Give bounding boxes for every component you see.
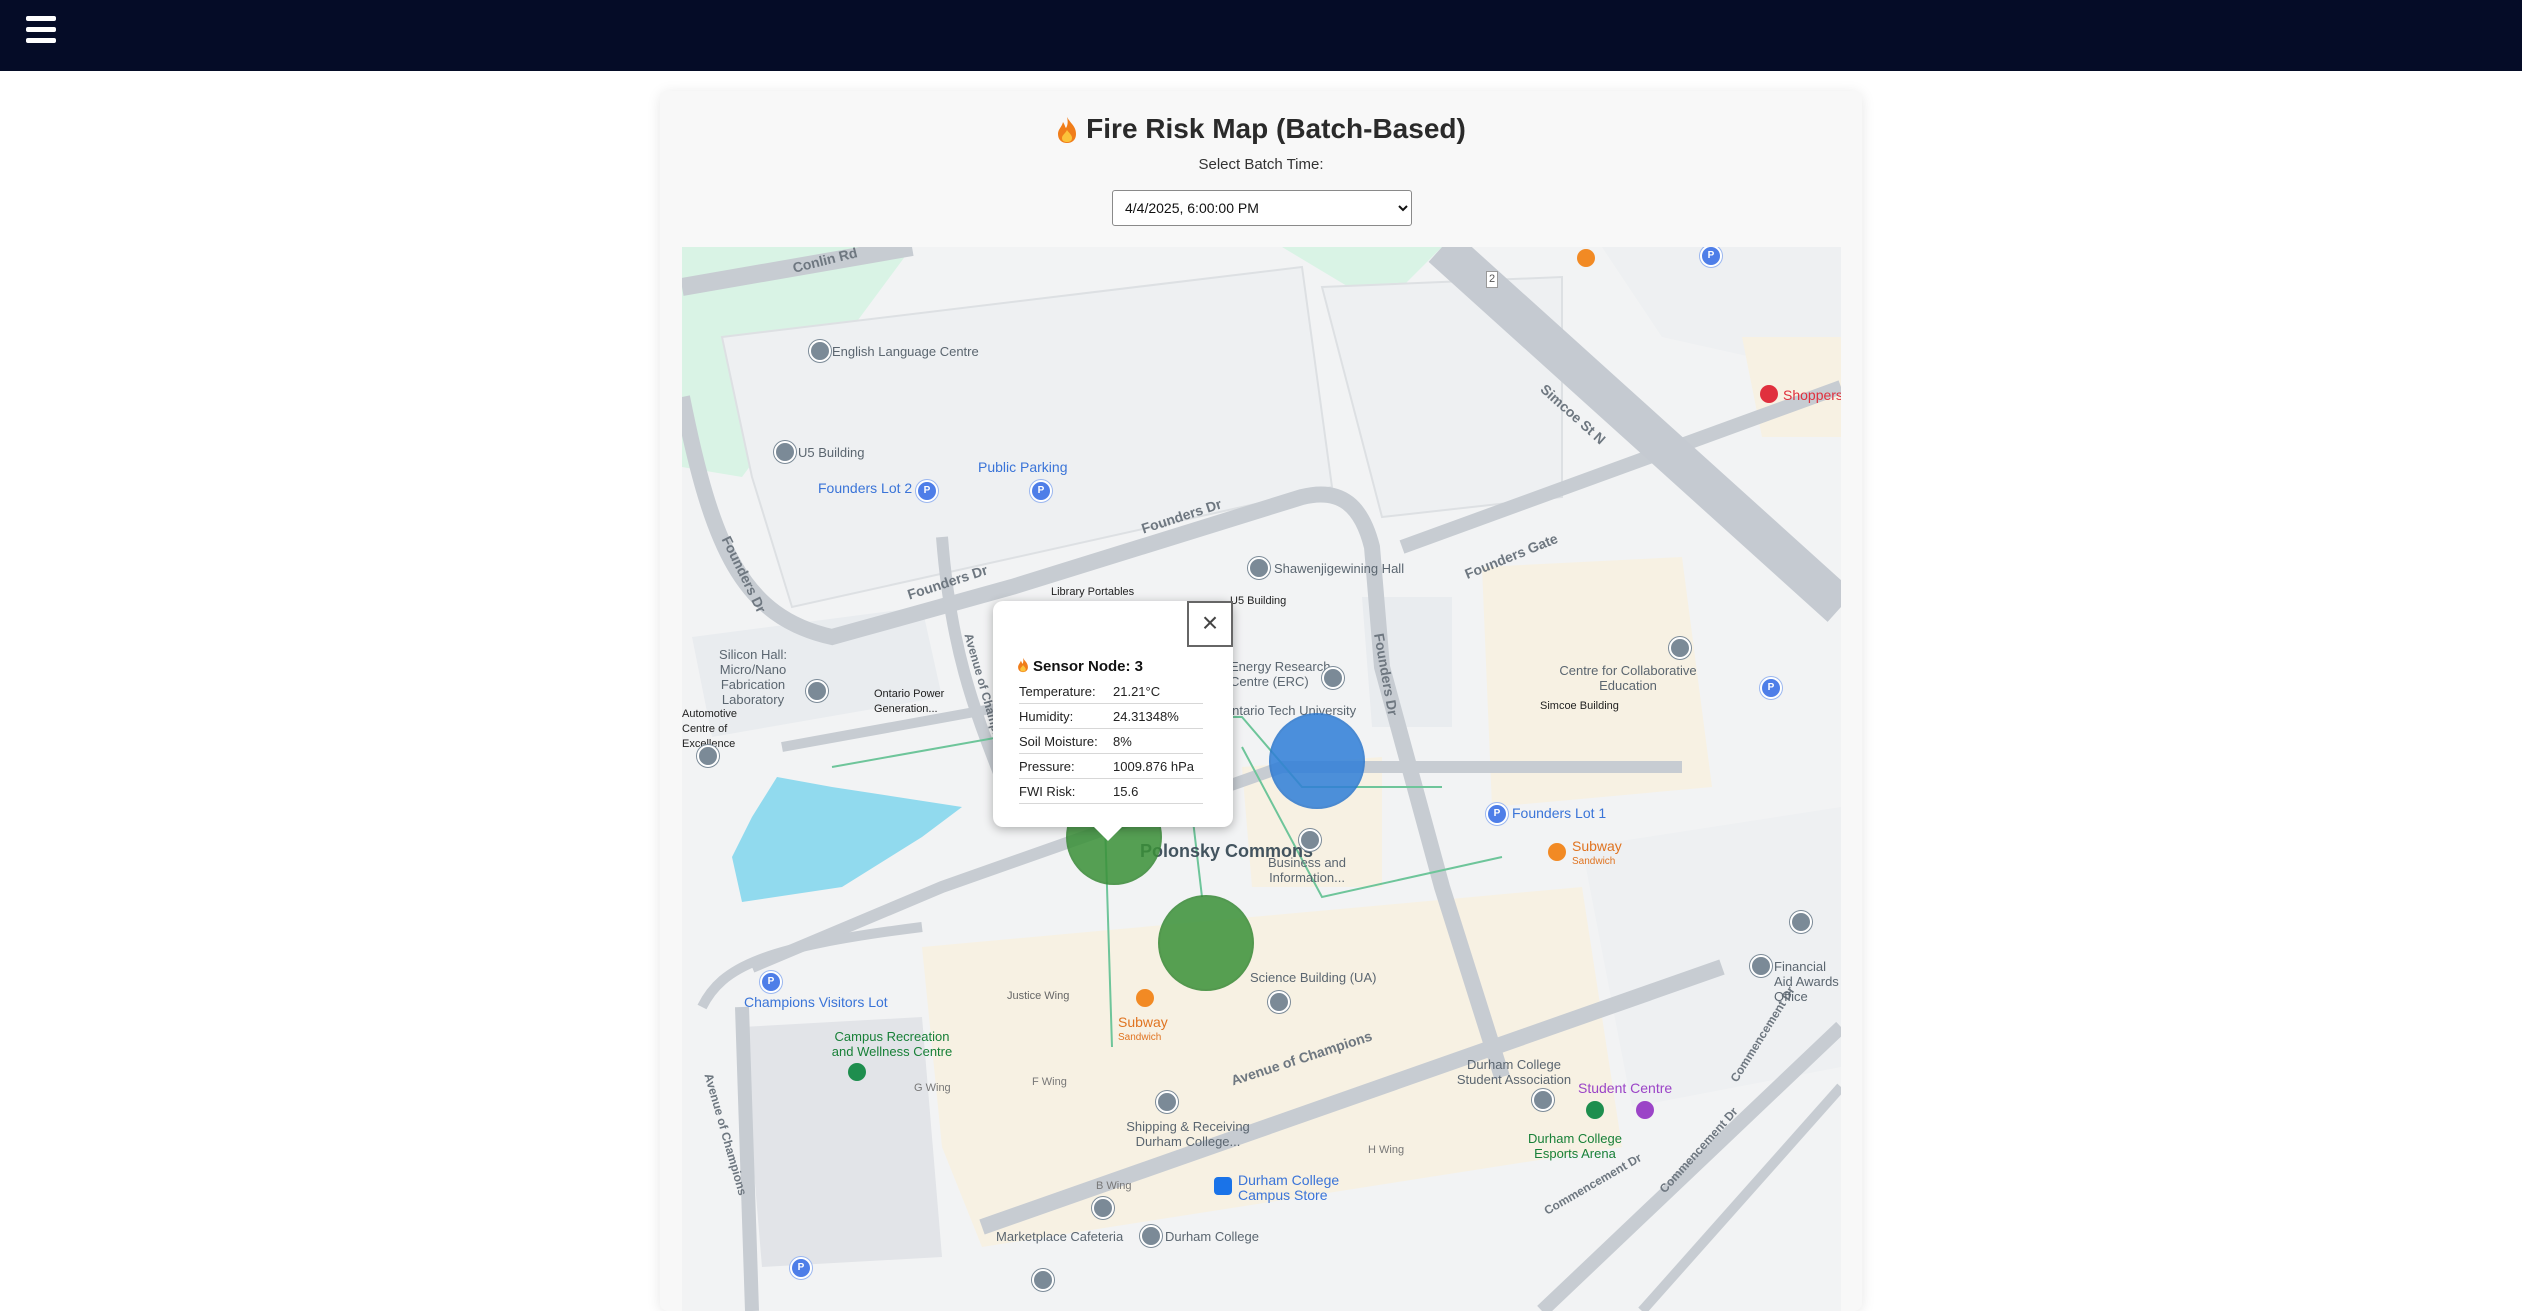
shopping-icon[interactable] (1760, 385, 1778, 403)
parking-icon[interactable]: P (760, 971, 782, 993)
place-label-durham-college-student-association: Durham College Student Association (1456, 1057, 1572, 1087)
reading-label: Pressure: (1019, 753, 1113, 779)
fire-risk-card: Fire Risk Map (Batch-Based) Select Batch… (660, 91, 1862, 1311)
reading-value: 24.31348% (1113, 703, 1203, 729)
building-pin-icon[interactable] (1669, 637, 1691, 659)
parking-icon[interactable]: P (1760, 677, 1782, 699)
batch-time-label: Select Batch Time: (1198, 156, 1324, 173)
building-pin-icon[interactable] (1268, 991, 1290, 1013)
sensor-readings-table: Temperature: 21.21°C Humidity: 24.31348% S… (1019, 679, 1203, 804)
place-label-shawenjigewining-hall: Shawenjigewining Hall (1274, 561, 1405, 576)
place-label-h-wing: H Wing (1368, 1144, 1405, 1156)
building-pin-icon[interactable] (809, 340, 831, 362)
reading-label: FWI Risk: (1019, 778, 1113, 804)
building-pin-icon[interactable] (1248, 557, 1270, 579)
recreation-icon[interactable] (848, 1063, 866, 1081)
table-row: Humidity: 24.31348% (1019, 703, 1203, 729)
map-base-layer (682, 247, 1841, 1311)
reading-label: Humidity: (1019, 703, 1113, 729)
place-label-library-portables: Library Portables (1051, 586, 1135, 598)
place-label-founders-lot-1: Founders Lot 1 (1512, 805, 1607, 821)
place-label-campus-recreation: Campus Recreation and Wellness Centre (831, 1029, 953, 1059)
place-label-g-wing: G Wing (914, 1082, 951, 1094)
table-row: Soil Moisture: 8% (1019, 728, 1203, 754)
building-pin-icon[interactable] (1140, 1225, 1162, 1247)
building-pin-icon[interactable] (1322, 667, 1344, 689)
place-label-durham-college: Durham College (1165, 1229, 1259, 1244)
hamburger-menu-icon[interactable] (26, 16, 56, 44)
place-label-financial-aid: Financial Aid Awards Office (1774, 959, 1839, 1004)
parking-icon[interactable]: P (1486, 803, 1508, 825)
fire-icon (1056, 115, 1078, 155)
restaurant-icon[interactable] (1136, 989, 1154, 1007)
place-label-business-information: Business and Information... (1267, 855, 1347, 885)
reading-value: 21.21°C (1113, 679, 1203, 704)
building-pin-icon[interactable] (1092, 1197, 1114, 1219)
page-title: Fire Risk Map (Batch-Based) (660, 109, 1862, 155)
building-pin-icon[interactable] (1750, 955, 1772, 977)
place-label-u5-building-2: U5 Building (1230, 595, 1287, 607)
place-label-founders-lot-2: Founders Lot 2 (818, 480, 913, 496)
reading-label: Soil Moisture: (1019, 728, 1113, 754)
recreation-icon[interactable] (1586, 1101, 1604, 1119)
reading-label: Temperature: (1019, 679, 1113, 704)
parking-icon[interactable]: P (916, 480, 938, 502)
batch-time-select[interactable]: 4/4/2025, 6:00:00 PM (1112, 190, 1412, 226)
building-pin-icon[interactable] (1032, 1269, 1054, 1291)
popup-title: Sensor Node: 3 (1017, 657, 1143, 677)
place-label-simcoe-building: Simcoe Building (1540, 700, 1619, 712)
place-label-b-wing: B Wing (1096, 1180, 1132, 1192)
building-pin-icon[interactable] (1532, 1089, 1554, 1111)
page-title-text: Fire Risk Map (Batch-Based) (1086, 113, 1466, 144)
building-pin-icon[interactable] (697, 745, 719, 767)
place-label-centre-collaborative-education: Centre for Collaborative Education (1559, 663, 1697, 693)
building-pin-icon[interactable] (774, 441, 796, 463)
building-pin-icon[interactable] (806, 680, 828, 702)
place-label-durham-college-esports: Durham College Esports Arena (1528, 1131, 1622, 1161)
place-label-silicon-hall: Silicon Hall: Micro/Nano Fabrication Lab… (719, 647, 787, 707)
reading-value: 1009.876 hPa (1113, 753, 1203, 779)
place-label-student-centre: Student Centre (1578, 1080, 1673, 1096)
place-label-champions-visitors-lot: Champions Visitors Lot (744, 994, 888, 1010)
place-label-ontario-tech-university: Ontario Tech University (1222, 703, 1357, 718)
fire-icon (1017, 657, 1029, 677)
building-pin-icon[interactable] (1299, 829, 1321, 851)
table-row: FWI Risk: 15.6 (1019, 778, 1203, 804)
parking-icon[interactable]: P (1030, 480, 1052, 502)
place-label-shoppers: Shoppers (1783, 387, 1841, 403)
route-shield-icon: 2 (1486, 271, 1499, 288)
parking-icon[interactable]: P (790, 1257, 812, 1279)
place-label-science-building: Science Building (UA) (1250, 970, 1377, 985)
place-label-ontario-power-generation: Ontario Power Generation... (874, 688, 945, 715)
sensor-info-popup: × Sensor Node: 3 Temperature: 21.21°C Hum… (993, 601, 1233, 841)
sensor-marker-green[interactable] (1158, 895, 1254, 991)
restaurant-icon[interactable] (1577, 249, 1595, 267)
top-navigation-bar (0, 0, 2522, 71)
reading-value: 15.6 (1113, 778, 1203, 804)
place-label-public-parking: Public Parking (978, 459, 1068, 475)
place-label-automotive-centre: Automotive Centre of Excellence (682, 708, 738, 750)
music-icon[interactable] (1636, 1101, 1654, 1119)
place-label-justice-wing: Justice Wing (1007, 990, 1070, 1002)
table-row: Temperature: 21.21°C (1019, 679, 1203, 704)
place-label-u5-building: U5 Building (798, 445, 865, 460)
place-label-durham-college-campus-store: Durham College Campus Store (1238, 1172, 1340, 1203)
close-popup-button[interactable]: × (1187, 601, 1233, 647)
popup-title-text: Sensor Node: 3 (1033, 658, 1144, 675)
store-icon[interactable] (1214, 1177, 1232, 1195)
place-label-f-wing: F Wing (1032, 1076, 1067, 1088)
building-pin-icon[interactable] (1790, 911, 1812, 933)
place-label-subway: Subway Sandwich (1572, 838, 1622, 868)
place-label-subway-2: Subway Sandwich (1118, 1014, 1168, 1044)
place-label-marketplace-cafeteria: Marketplace Cafeteria (996, 1229, 1124, 1244)
sensor-node-3-marker[interactable] (1269, 713, 1365, 809)
place-label-english-language-centre: English Language Centre (832, 344, 979, 359)
reading-value: 8% (1113, 728, 1203, 754)
place-label-shipping-receiving: Shipping & Receiving Durham College... (1126, 1119, 1250, 1149)
fire-risk-map[interactable]: Conlin Rd English Language Centre U5 Bui… (682, 247, 1841, 1311)
restaurant-icon[interactable] (1548, 843, 1566, 861)
building-pin-icon[interactable] (1156, 1091, 1178, 1113)
table-row: Pressure: 1009.876 hPa (1019, 753, 1203, 779)
